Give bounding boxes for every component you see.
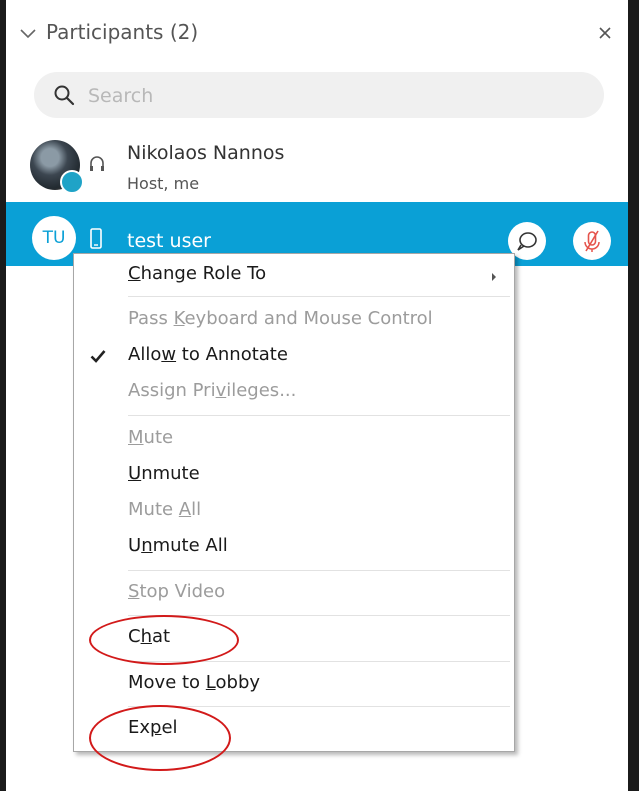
menu-item-label: Unmute xyxy=(128,463,200,484)
menu-item-label: Assign Privileges... xyxy=(128,380,297,401)
search-box[interactable] xyxy=(34,72,604,118)
menu-item-label: Unmute All xyxy=(128,535,228,556)
menu-item-label: Stop Video xyxy=(128,581,226,602)
panel-header: Participants (2) xyxy=(6,10,628,56)
menu-item-label: Move to Lobby xyxy=(128,672,261,693)
presenter-badge-icon xyxy=(60,170,84,194)
menu-item-label: Allow to Annotate xyxy=(128,344,288,365)
menu-item-expel[interactable]: Expel xyxy=(74,712,514,748)
menu-item-label: Change Role To xyxy=(128,263,267,284)
participant-context-menu: Change Role To Pass Keyboard and Mouse C… xyxy=(73,253,515,752)
menu-separator xyxy=(128,296,510,297)
avatar-initials: TU xyxy=(32,216,76,260)
menu-item-change-role[interactable]: Change Role To xyxy=(74,258,514,294)
checkmark-icon xyxy=(90,350,106,363)
menu-item-move-to-lobby[interactable]: Move to Lobby xyxy=(74,667,514,703)
menu-item-label: Mute xyxy=(128,427,174,448)
participant-row-host[interactable]: Nikolaos Nannos Host, me xyxy=(6,136,628,200)
menu-separator xyxy=(128,570,510,571)
menu-item-allow-to-annotate[interactable]: Allow to Annotate xyxy=(74,339,514,375)
menu-item-label: Mute All xyxy=(128,499,202,520)
chevron-down-icon[interactable] xyxy=(18,23,38,43)
unmute-button[interactable] xyxy=(573,222,611,260)
menu-separator xyxy=(128,661,510,662)
submenu-arrow-icon xyxy=(492,273,496,281)
menu-separator xyxy=(128,615,510,616)
window-frame-right xyxy=(628,0,639,791)
panel-title: Participants (2) xyxy=(46,20,199,44)
menu-separator xyxy=(128,415,510,416)
menu-item-pass-keyboard-mouse-control[interactable]: Pass Keyboard and Mouse Control xyxy=(74,303,514,339)
menu-item-unmute-all[interactable]: Unmute All xyxy=(74,530,514,566)
muted-mic-icon xyxy=(584,230,600,252)
menu-item-stop-video[interactable]: Stop Video xyxy=(74,576,514,612)
menu-item-label: Chat xyxy=(128,626,171,647)
menu-item-label: Pass Keyboard and Mouse Control xyxy=(128,308,433,329)
participant-name: test user xyxy=(127,230,211,252)
search-input[interactable] xyxy=(86,80,590,112)
menu-item-mute[interactable]: Mute xyxy=(74,422,514,458)
menu-item-unmute[interactable]: Unmute xyxy=(74,458,514,494)
menu-item-assign-privileges[interactable]: Assign Privileges... xyxy=(74,375,514,411)
menu-item-chat[interactable]: Chat xyxy=(74,621,514,657)
menu-item-mute-all[interactable]: Mute All xyxy=(74,494,514,530)
participant-name: Nikolaos Nannos xyxy=(127,142,285,164)
menu-item-label: Expel xyxy=(128,717,178,738)
headset-icon xyxy=(90,156,104,171)
mobile-device-icon xyxy=(90,228,102,249)
menu-separator xyxy=(128,706,510,707)
close-icon[interactable] xyxy=(594,22,616,44)
search-icon xyxy=(54,85,75,106)
participant-role: Host, me xyxy=(127,174,200,193)
